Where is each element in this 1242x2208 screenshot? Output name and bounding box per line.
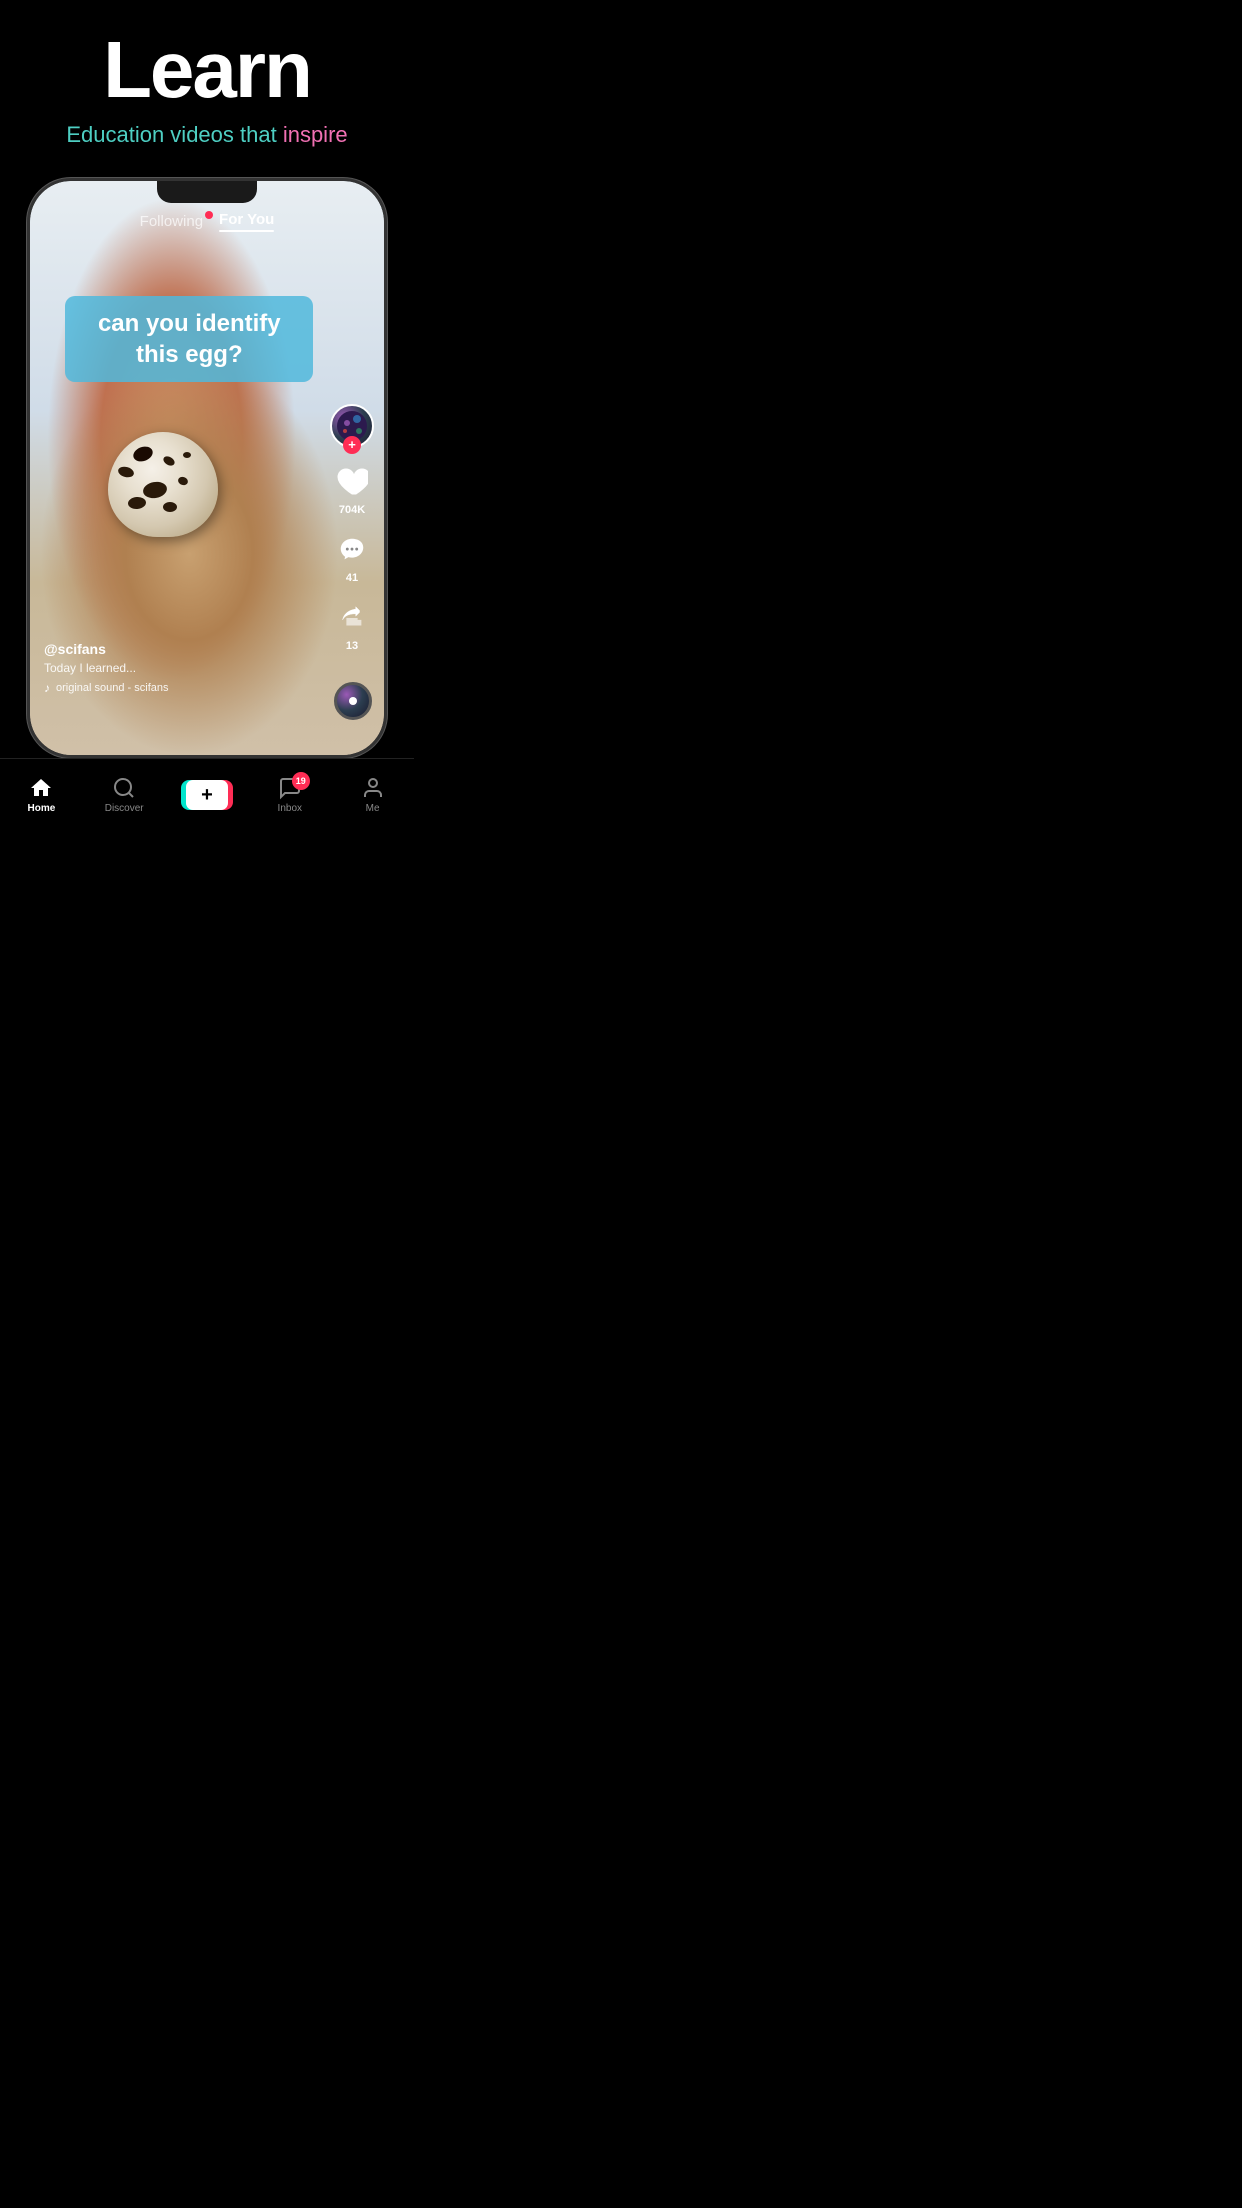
nav-item-home[interactable]: Home	[0, 776, 83, 814]
tab-following[interactable]: Following	[140, 213, 203, 230]
home-icon	[29, 776, 53, 800]
inbox-nav-label: Inbox	[278, 803, 302, 814]
creator-avatar[interactable]: +	[330, 404, 374, 448]
right-actions: + 704K	[330, 404, 374, 652]
egg-spot	[142, 480, 168, 500]
learn-title: Learn	[20, 30, 394, 110]
username[interactable]: @scifans	[44, 641, 169, 657]
video-caption-text: can you identify this egg?	[81, 308, 297, 370]
follow-plus-button[interactable]: +	[343, 436, 361, 454]
comment-button[interactable]: 41	[332, 530, 372, 584]
egg-spot	[127, 496, 146, 510]
spinning-record[interactable]	[334, 682, 372, 720]
music-text: original sound - scifans	[56, 682, 169, 694]
subtitle-highlight: inspire	[283, 122, 348, 147]
comment-icon	[332, 530, 372, 570]
share-button[interactable]: 13	[332, 598, 372, 652]
like-count: 704K	[339, 504, 365, 516]
inbox-icon-wrapper: 19	[278, 776, 302, 800]
create-button[interactable]: +	[183, 779, 231, 811]
share-count: 13	[346, 640, 358, 652]
egg-spot	[131, 444, 155, 464]
music-info[interactable]: ♪ original sound - scifans	[44, 681, 169, 695]
phone-mockup: Following For You can you identify this …	[27, 178, 387, 758]
nav-item-discover[interactable]: Discover	[83, 776, 166, 814]
phone-notch	[157, 181, 257, 203]
me-icon	[361, 776, 385, 800]
nav-item-me[interactable]: Me	[331, 776, 414, 814]
plus-sign: +	[201, 785, 213, 805]
comment-count: 41	[346, 572, 358, 584]
inbox-badge: 19	[292, 772, 310, 790]
home-nav-label: Home	[28, 803, 56, 814]
egg-spot	[117, 465, 135, 479]
like-button[interactable]: 704K	[332, 462, 372, 516]
music-note-icon: ♪	[44, 681, 50, 695]
me-nav-label: Me	[366, 803, 380, 814]
discover-nav-label: Discover	[105, 803, 144, 814]
page-wrapper: Learn Education videos that inspire	[0, 0, 414, 830]
tab-for-you[interactable]: For You	[219, 211, 274, 232]
egg-spot	[163, 502, 177, 512]
subtitle: Education videos that inspire	[20, 122, 394, 148]
share-icon	[332, 598, 372, 638]
top-tab-bar: Following For You	[30, 211, 384, 232]
nav-item-create[interactable]: +	[166, 779, 249, 811]
discover-icon	[112, 776, 136, 800]
headline-section: Learn Education videos that inspire	[0, 0, 414, 168]
phone-screen: Following For You can you identify this …	[30, 181, 384, 755]
egg-shape	[108, 432, 218, 537]
egg-spot	[177, 475, 189, 486]
plus-bg-white: +	[186, 780, 228, 810]
bottom-navigation: Home Discover +	[0, 758, 414, 830]
heart-icon	[332, 462, 372, 502]
notification-dot	[205, 211, 213, 219]
bottom-user-info: @scifans Today I learned... ♪ original s…	[44, 641, 169, 695]
egg-spot	[183, 452, 191, 458]
egg-spot	[162, 454, 176, 467]
subtitle-plain: Education videos that	[66, 122, 282, 147]
video-caption-box: can you identify this egg?	[65, 296, 313, 382]
egg-visual	[108, 432, 238, 537]
video-description: Today I learned...	[44, 661, 169, 675]
nav-item-inbox[interactable]: 19 Inbox	[248, 776, 331, 814]
